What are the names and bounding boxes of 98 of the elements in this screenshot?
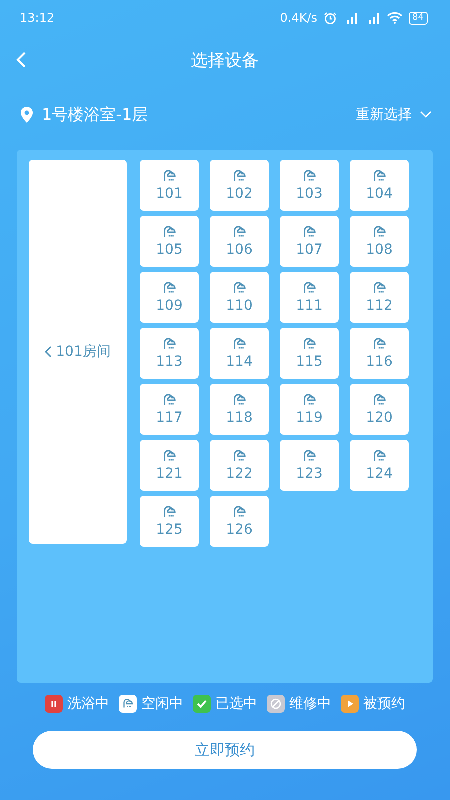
device-tile[interactable]: 110: [210, 272, 269, 323]
device-number: 123: [296, 466, 323, 482]
page-title: 选择设备: [191, 50, 259, 72]
device-number: 122: [226, 466, 253, 482]
shower-icon: [232, 449, 247, 464]
shower-icon: [232, 505, 247, 520]
device-number: 114: [226, 354, 253, 370]
shower-icon: [302, 169, 317, 184]
device-number: 121: [156, 466, 183, 482]
device-tile[interactable]: 107: [280, 216, 339, 267]
device-number: 109: [156, 298, 183, 314]
device-number: 113: [156, 354, 183, 370]
location-pin-icon: [20, 106, 34, 124]
device-tile[interactable]: 120: [350, 384, 409, 435]
shower-icon: [162, 281, 177, 296]
device-number: 104: [366, 186, 393, 202]
device-tile[interactable]: 111: [280, 272, 339, 323]
device-tile[interactable]: 123: [280, 440, 339, 491]
device-tile[interactable]: 124: [350, 440, 409, 491]
device-number: 108: [366, 242, 393, 258]
network-speed: 0.4K/s: [280, 11, 318, 25]
shower-icon: [232, 393, 247, 408]
device-tile[interactable]: 117: [140, 384, 199, 435]
device-number: 106: [226, 242, 253, 258]
device-number: 125: [156, 522, 183, 538]
legend-label: 被预约: [364, 695, 406, 713]
room-label: 101房间: [56, 343, 111, 361]
legend-label: 洗浴中: [68, 695, 110, 713]
device-number: 120: [366, 410, 393, 426]
device-number: 105: [156, 242, 183, 258]
shower-icon: [162, 225, 177, 240]
alarm-icon: [324, 12, 337, 24]
device-number: 111: [296, 298, 323, 314]
shower-icon: [372, 337, 387, 352]
device-number: 101: [156, 186, 183, 202]
device-number: 112: [366, 298, 393, 314]
device-tile[interactable]: 103: [280, 160, 339, 211]
shower-icon: [232, 337, 247, 352]
device-tile[interactable]: 121: [140, 440, 199, 491]
device-tile[interactable]: 113: [140, 328, 199, 379]
shower-icon: [372, 449, 387, 464]
device-tile[interactable]: 108: [350, 216, 409, 267]
shower-icon: [162, 505, 177, 520]
wifi-icon: [386, 12, 403, 24]
status-time: 13:12: [20, 11, 55, 25]
shower-icon: [372, 281, 387, 296]
chevron-left-icon: [45, 346, 52, 358]
shower-icon: [372, 225, 387, 240]
shower-icon: [302, 225, 317, 240]
chevron-down-icon: [420, 111, 432, 119]
shower-icon: [302, 337, 317, 352]
device-tile[interactable]: 106: [210, 216, 269, 267]
device-tile[interactable]: 114: [210, 328, 269, 379]
device-tile[interactable]: 104: [350, 160, 409, 211]
device-number: 103: [296, 186, 323, 202]
device-tile[interactable]: 112: [350, 272, 409, 323]
shower-icon: [232, 169, 247, 184]
shower-icon: [302, 449, 317, 464]
device-tile[interactable]: 115: [280, 328, 339, 379]
shower-icon: [372, 393, 387, 408]
legend-label: 已选中: [216, 695, 258, 713]
shower-icon: [162, 449, 177, 464]
battery-level: 84: [408, 12, 428, 24]
shower-icon: [232, 225, 247, 240]
device-number: 117: [156, 410, 183, 426]
shower-icon: [302, 281, 317, 296]
device-tile[interactable]: 109: [140, 272, 199, 323]
device-tile[interactable]: 118: [210, 384, 269, 435]
shower-icon: [162, 337, 177, 352]
device-number: 102: [226, 186, 253, 202]
device-number: 110: [226, 298, 253, 314]
legend-label: 维修中: [290, 695, 332, 713]
device-tile[interactable]: 101: [140, 160, 199, 211]
reserve-button[interactable]: 立即预约: [33, 731, 417, 769]
device-number: 119: [296, 410, 323, 426]
device-number: 126: [226, 522, 253, 538]
device-number: 118: [226, 410, 253, 426]
device-number: 124: [366, 466, 393, 482]
shower-icon: [162, 393, 177, 408]
device-tile[interactable]: 102: [210, 160, 269, 211]
device-tile[interactable]: 116: [350, 328, 409, 379]
device-tile[interactable]: 126: [210, 496, 269, 547]
reselect-link[interactable]: 重新选择: [356, 106, 432, 124]
device-tile[interactable]: 122: [210, 440, 269, 491]
location-name: 1号楼浴室-1层: [42, 104, 150, 126]
device-tile[interactable]: 125: [140, 496, 199, 547]
shower-icon: [232, 281, 247, 296]
device-tile[interactable]: 105: [140, 216, 199, 267]
device-tile[interactable]: 119: [280, 384, 339, 435]
room-selector[interactable]: 101房间: [29, 160, 127, 544]
device-number: 115: [296, 354, 323, 370]
shower-icon: [162, 169, 177, 184]
shower-icon: [302, 393, 317, 408]
shower-icon: [372, 169, 387, 184]
device-number: 116: [366, 354, 393, 370]
legend-label: 空闲中: [142, 695, 184, 713]
device-number: 107: [296, 242, 323, 258]
back-icon[interactable]: [14, 50, 28, 70]
